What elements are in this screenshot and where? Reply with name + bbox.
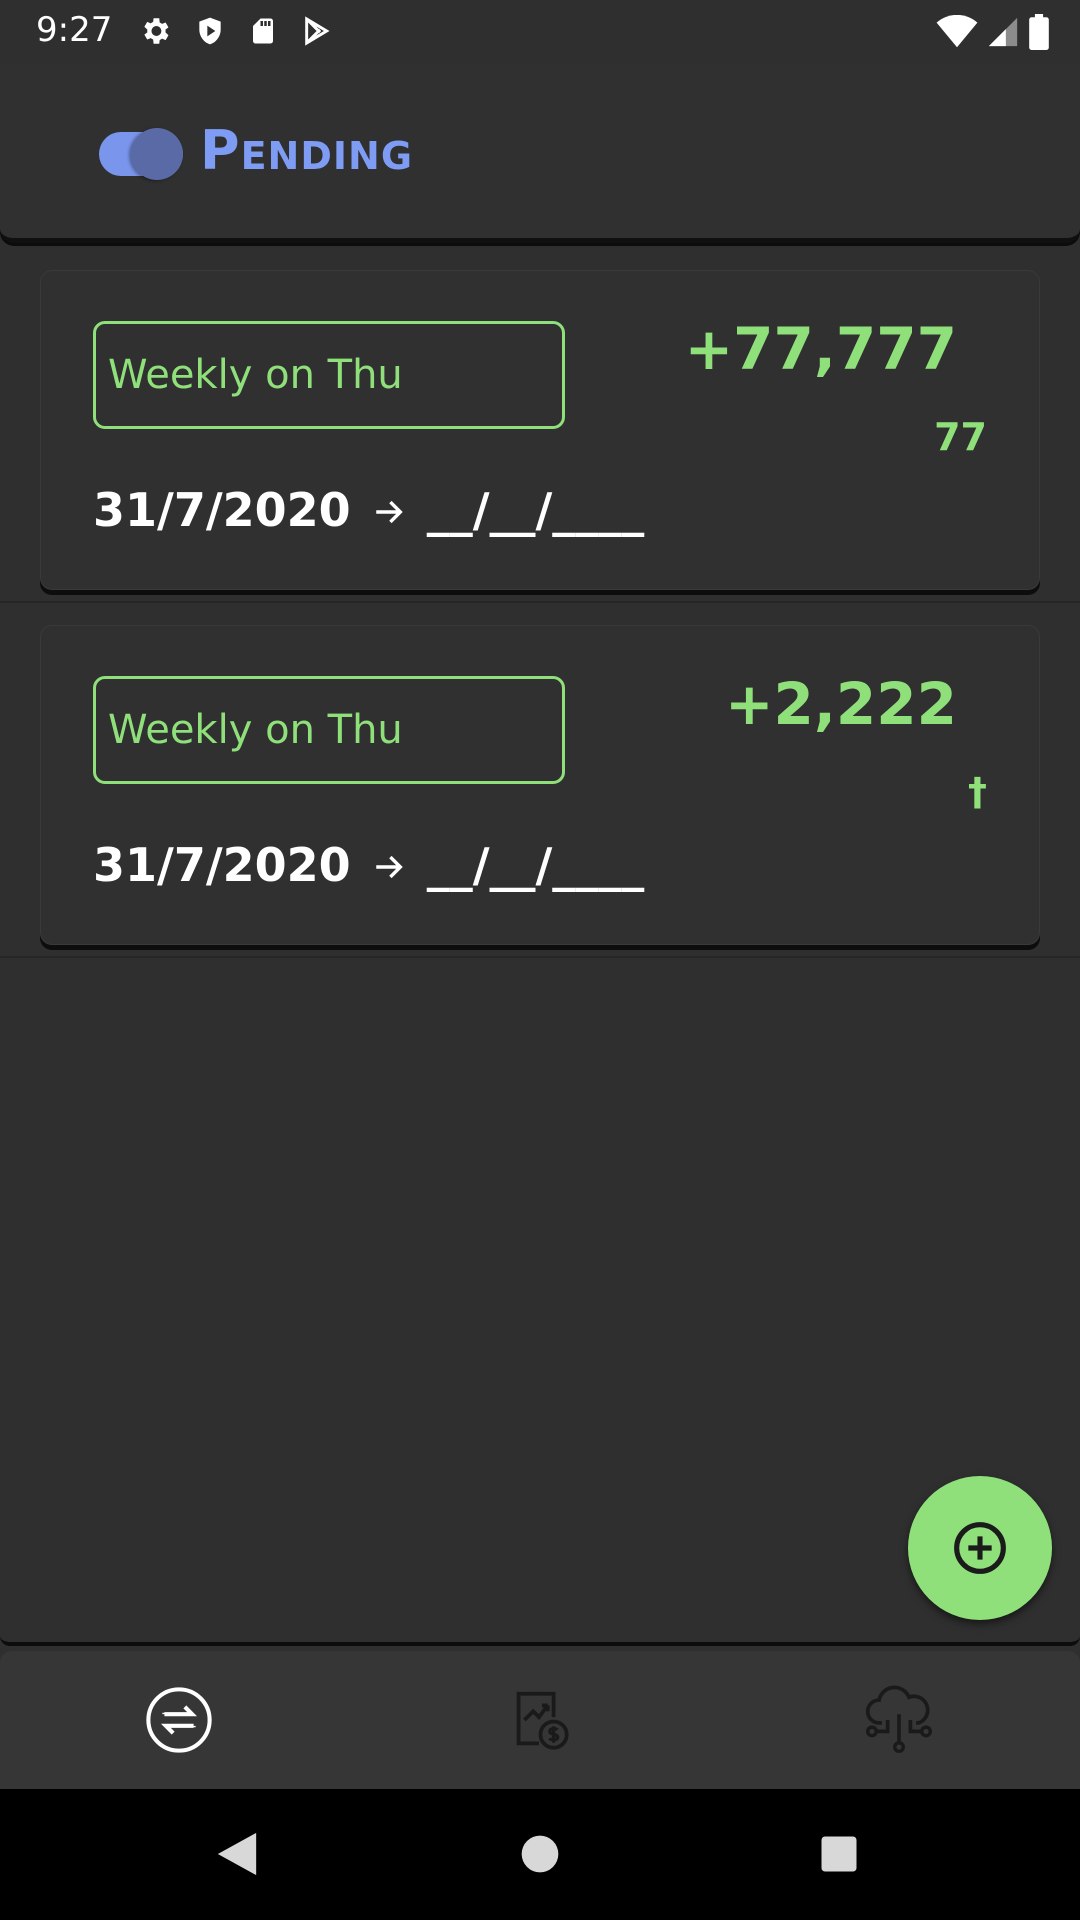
cell-signal-icon: [988, 17, 1018, 47]
transaction-card[interactable]: Weekly on Thu +77,777 77 31/7/2020 __/__…: [40, 270, 1040, 590]
add-circle-icon: [954, 1522, 1006, 1574]
nav-item-cloud[interactable]: [854, 1675, 944, 1765]
page-title: Pending: [200, 119, 414, 182]
add-transaction-button[interactable]: [908, 1476, 1052, 1620]
wifi-icon: [936, 15, 978, 48]
app-content: Pending Weekly on Thu +77,777 77 31/7/20…: [0, 63, 1080, 1789]
status-icons-left: [138, 14, 332, 48]
bottom-nav: [0, 1651, 1080, 1789]
finance-chart-icon: [516, 1691, 569, 1750]
start-date: 31/7/2020: [93, 483, 351, 537]
swap-arrows-icon: [146, 1687, 212, 1753]
nav-item-recurring[interactable]: [134, 1675, 224, 1765]
frequency-badge: Weekly on Thu: [93, 321, 565, 429]
arrow-right-icon: [375, 500, 403, 524]
frequency-badge: Weekly on Thu: [93, 676, 565, 784]
home-icon[interactable]: [518, 1829, 562, 1879]
status-bar: 9:27: [0, 0, 1080, 63]
back-icon[interactable]: [214, 1829, 260, 1879]
start-date: 31/7/2020: [93, 838, 351, 892]
list-item: Weekly on Thu +77,777 77 31/7/2020 __/__…: [0, 248, 1080, 603]
sd-card-icon: [253, 18, 273, 44]
status-time: 9:27: [36, 10, 113, 50]
transaction-list: Weekly on Thu +77,777 77 31/7/2020 __/__…: [0, 248, 1080, 958]
transaction-card[interactable]: Weekly on Thu +2,222 † 31/7/2020 __/__/_…: [40, 625, 1040, 945]
recents-icon[interactable]: [818, 1829, 860, 1879]
status-icons-right: [936, 14, 1050, 50]
arrow-right-icon: [375, 855, 403, 879]
nav-item-finance[interactable]: [494, 1675, 584, 1765]
toggle-thumb: [131, 128, 183, 180]
date-range: 31/7/2020 __/__/____: [93, 838, 644, 892]
frequency-label: Weekly on Thu: [108, 707, 403, 753]
battery-icon: [1029, 14, 1049, 50]
header: Pending: [0, 63, 1080, 243]
pending-toggle[interactable]: [99, 128, 183, 180]
amount-sub: 77: [934, 415, 987, 459]
end-date: __/__/____: [426, 838, 645, 892]
cloud-network-icon: [865, 1685, 933, 1754]
shield-icon: [199, 17, 221, 45]
end-date: __/__/____: [426, 483, 645, 537]
system-nav-bar: [0, 1789, 1080, 1920]
amount-sub: †: [968, 770, 987, 814]
date-range: 31/7/2020 __/__/____: [93, 483, 644, 537]
amount: +2,222: [724, 670, 957, 738]
amount: +77,777: [684, 315, 957, 383]
frequency-label: Weekly on Thu: [108, 352, 403, 398]
list-item: Weekly on Thu +2,222 † 31/7/2020 __/__/_…: [0, 603, 1080, 958]
settings-icon: [144, 18, 169, 44]
play-store-icon: [305, 16, 330, 46]
content-divider: [0, 1636, 1080, 1646]
